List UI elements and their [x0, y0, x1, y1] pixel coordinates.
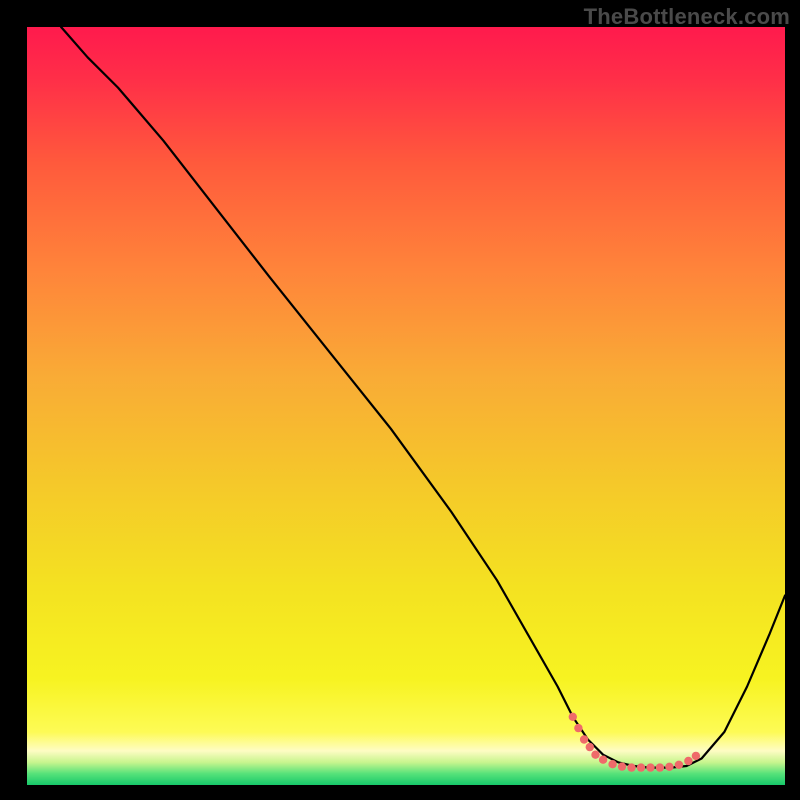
optimal-dot: [675, 761, 683, 769]
optimal-dot: [591, 751, 599, 759]
optimal-dot: [569, 713, 577, 721]
optimal-dot: [656, 763, 664, 771]
optimal-dot: [627, 763, 635, 771]
optimal-dot: [574, 724, 582, 732]
optimal-dot: [637, 763, 645, 771]
plot-svg: [0, 0, 800, 800]
optimal-dot: [665, 763, 673, 771]
optimal-dot: [684, 757, 692, 765]
optimal-dot: [618, 762, 626, 770]
optimal-dot: [599, 756, 607, 764]
plot-area: [27, 27, 785, 785]
chart-frame: TheBottleneck.com: [0, 0, 800, 800]
optimal-dot: [608, 760, 616, 768]
watermark-label: TheBottleneck.com: [584, 4, 790, 30]
optimal-dot: [692, 752, 700, 760]
optimal-dot: [580, 735, 588, 743]
optimal-dot: [646, 763, 654, 771]
optimal-dot: [586, 743, 594, 751]
